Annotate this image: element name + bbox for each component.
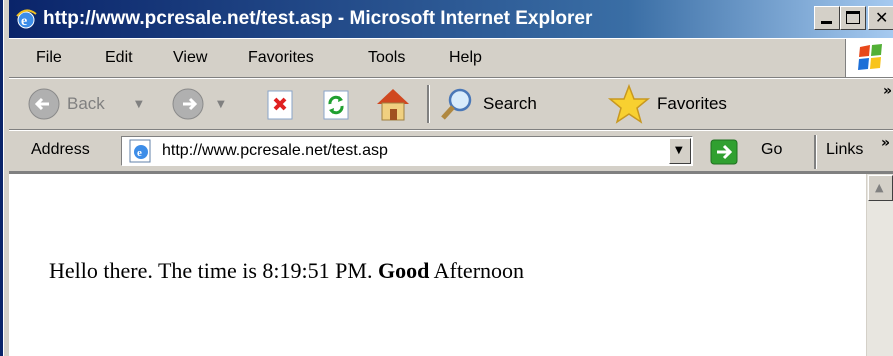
back-button[interactable]: Back ▼ [27,87,167,121]
page-message: Hello there. The time is 8:19:51 PM. Goo… [49,258,524,284]
title-bar[interactable]: e http://www.pcresale.net/test.asp - Mic… [9,0,893,38]
back-dropdown-icon[interactable]: ▼ [135,99,143,110]
go-arrow-icon[interactable] [709,138,749,166]
page-content: Hello there. The time is 8:19:51 PM. Goo… [9,172,893,356]
window-border [0,0,9,356]
menu-favorites[interactable]: Favorites [248,49,314,67]
search-icon [441,88,472,120]
menu-help[interactable]: Help [449,49,482,67]
toolbar-separator [427,85,430,123]
greeting-bold: Good [377,258,430,283]
scroll-up-icon: ▲ [875,181,884,194]
forward-dropdown-icon[interactable]: ▼ [217,99,225,110]
links-chevron-icon[interactable]: » [881,135,890,151]
address-label: Address [31,141,90,158]
back-arrow-icon [28,88,60,120]
menu-bar: File Edit View Favorites Tools Help [9,38,893,78]
forward-button[interactable]: ▼ [171,87,241,121]
go-button[interactable]: Go [761,141,782,159]
search-button[interactable]: Search [437,85,597,123]
address-input[interactable]: e http://www.pcresale.net/test.asp ▼ [121,136,693,166]
stop-icon[interactable] [265,89,297,121]
windows-logo [845,39,893,77]
search-label: Search [483,94,537,113]
address-bar: Address e http://www.pcresale.net/test.a… [9,130,893,172]
links-button[interactable]: Links [826,141,863,159]
favorites-button[interactable]: Favorites [607,83,767,125]
page-icon: e [129,139,151,163]
standard-toolbar: Back ▼ ▼ Search Favorites » [9,78,893,130]
address-separator [814,135,817,169]
back-label: Back [67,94,105,113]
browser-window: e http://www.pcresale.net/test.asp - Mic… [0,0,893,356]
window-title: http://www.pcresale.net/test.asp - Micro… [43,8,593,29]
menu-tools[interactable]: Tools [368,49,405,67]
address-dropdown-button[interactable]: ▼ [669,138,691,164]
address-url: http://www.pcresale.net/test.asp [162,142,388,159]
favorites-label: Favorites [657,94,727,113]
close-icon: ✕ [875,8,889,27]
chevron-down-icon: ▼ [675,145,683,156]
minimize-button[interactable] [814,6,840,30]
vertical-scrollbar[interactable]: ▲ [866,174,893,356]
close-button[interactable]: ✕ [868,6,893,30]
refresh-icon[interactable] [321,89,353,121]
home-icon[interactable] [373,85,413,123]
greeting-suffix: Afternoon [429,258,525,283]
ie-logo-icon: e [16,9,37,29]
svg-text:e: e [21,14,27,29]
forward-arrow-icon [172,88,204,120]
menu-edit[interactable]: Edit [105,49,133,67]
menu-view[interactable]: View [173,49,207,67]
maximize-icon [846,11,860,24]
menu-file[interactable]: File [36,49,62,67]
windows-flag-icon [858,44,882,70]
minimize-icon [821,21,832,24]
greeting-text: Hello there. The time is 8:19:51 PM. [49,258,378,283]
toolbar-chevron-icon[interactable]: » [883,83,892,99]
svg-text:e: e [137,147,142,159]
favorites-star-icon [607,83,651,124]
maximize-button[interactable] [840,6,866,30]
scroll-up-button[interactable]: ▲ [868,175,893,201]
